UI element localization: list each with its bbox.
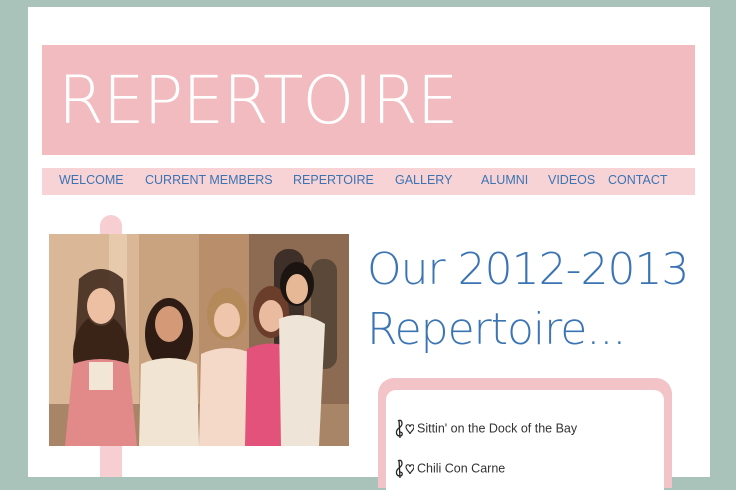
list-item: Sittin' on the Dock of the Bay bbox=[392, 419, 577, 439]
heading-line-2: Repertoire... bbox=[367, 304, 626, 355]
nav-item-welcome[interactable]: WELCOME bbox=[59, 173, 124, 187]
repertoire-list-box: Sittin' on the Dock of the Bay Chili Con… bbox=[378, 378, 672, 490]
treble-clef-heart-icon bbox=[392, 459, 415, 479]
group-photo bbox=[49, 234, 349, 446]
nav-item-videos[interactable]: VIDEOS bbox=[548, 173, 595, 187]
page-container: REPERTOIRE WELCOME CURRENT MEMBERS REPER… bbox=[28, 7, 710, 490]
nav-item-repertoire[interactable]: REPERTOIRE bbox=[293, 173, 374, 187]
nav-item-alumni[interactable]: ALUMNI bbox=[481, 173, 528, 187]
nav-item-current-members[interactable]: CURRENT MEMBERS bbox=[145, 173, 273, 187]
header-banner: REPERTOIRE bbox=[42, 45, 695, 155]
nav-bar: WELCOME CURRENT MEMBERS REPERTOIRE GALLE… bbox=[42, 168, 695, 195]
nav-item-contact[interactable]: CONTACT bbox=[608, 173, 668, 187]
list-item: Chili Con Carne bbox=[392, 459, 505, 479]
song-title: Chili Con Carne bbox=[417, 461, 506, 476]
page-title: REPERTOIRE bbox=[58, 62, 458, 139]
treble-clef-heart-icon bbox=[392, 419, 415, 439]
repertoire-list: Sittin' on the Dock of the Bay Chili Con… bbox=[386, 390, 664, 490]
heading-line-1: Our 2012-2013 bbox=[367, 244, 689, 295]
section-heading: Our 2012-2013 Repertoire... bbox=[367, 240, 697, 360]
song-title: Sittin' on the Dock of the Bay bbox=[417, 421, 578, 436]
nav-item-gallery[interactable]: GALLERY bbox=[395, 173, 452, 187]
